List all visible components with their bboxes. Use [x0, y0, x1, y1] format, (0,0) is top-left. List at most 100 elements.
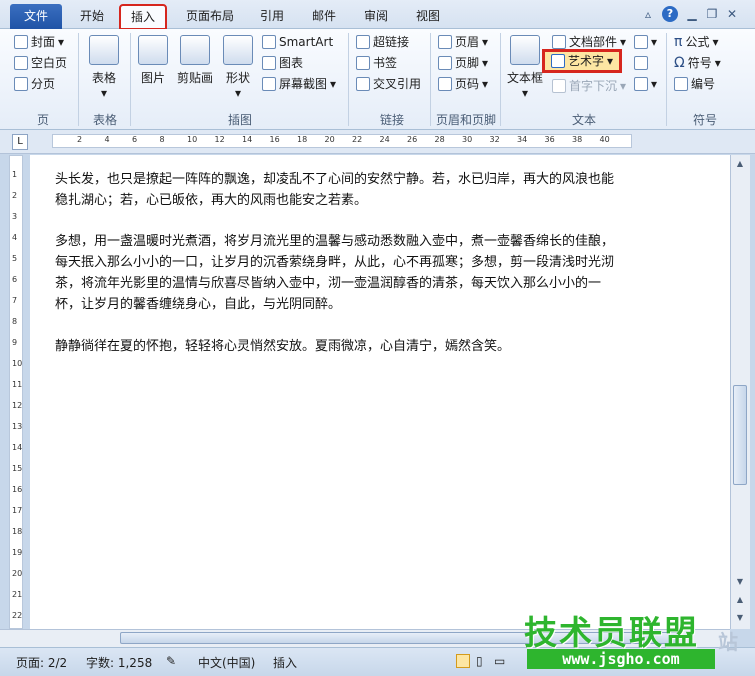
cross-reference-icon	[356, 77, 370, 91]
header-button[interactable]: 页眉 ▾	[438, 35, 488, 49]
dropdown-arrow-icon: ▾	[651, 77, 658, 91]
hyperlink-button[interactable]: 超链接	[356, 35, 409, 49]
cover-page-label: 封面	[31, 35, 56, 49]
restore-icon[interactable]: ❐	[704, 6, 720, 22]
group-separator	[500, 33, 501, 126]
quick-parts-label: 文档部件	[569, 35, 618, 49]
cross-reference-button[interactable]: 交叉引用	[356, 77, 421, 91]
smartart-button[interactable]: SmartArt	[262, 35, 333, 49]
cover-page-icon	[14, 35, 28, 49]
group-label-illustrations: 插图	[227, 113, 252, 127]
help-icon[interactable]: ?	[662, 6, 678, 22]
tab-file[interactable]: 文件	[10, 4, 62, 29]
dropdown-arrow-icon: ▾	[607, 54, 614, 68]
footer-icon	[438, 56, 452, 70]
signature-line-icon	[634, 35, 648, 49]
vruler-mark: 15	[12, 464, 23, 473]
print-layout-icon[interactable]	[456, 654, 470, 668]
quick-parts-button[interactable]: 文档部件 ▾	[552, 35, 626, 49]
object-icon	[634, 77, 648, 91]
tab-review[interactable]: 审阅	[356, 5, 396, 29]
vruler-mark: 12	[12, 401, 23, 410]
page-count[interactable]: 页面: 2/2	[16, 654, 67, 671]
page-break-button[interactable]: 分页	[14, 77, 55, 91]
word-count[interactable]: 字数: 1,258	[86, 654, 152, 671]
tab-home[interactable]: 开始	[72, 5, 112, 29]
numbering-label: 编号	[691, 77, 716, 91]
vruler-mark: 10	[12, 359, 23, 368]
ruler-mark: 38	[572, 135, 583, 144]
numbering-button[interactable]: 编号	[674, 77, 715, 91]
previous-page-icon[interactable]: ▲	[733, 593, 747, 607]
tab-insert[interactable]: 插入	[119, 4, 167, 30]
group-separator	[78, 33, 79, 126]
paragraph-1[interactable]: 头长发，也只是撩起一阵阵的飘逸，却凌乱不了心间的安然宁静。若，水已归岸，再大的风…	[55, 169, 615, 211]
dropdown-arrow-icon: ▾	[482, 35, 489, 49]
chart-button[interactable]: 图表	[262, 56, 303, 70]
equation-button[interactable]: π 公式 ▾	[674, 35, 718, 49]
cover-page-button[interactable]: 封面 ▾	[14, 35, 64, 49]
vertical-scroll-thumb[interactable]	[733, 385, 747, 485]
tab-references[interactable]: 引用	[252, 5, 292, 29]
ruler-mark: 2	[77, 135, 83, 144]
document-page[interactable]: 头长发，也只是撩起一阵阵的飘逸，却凌乱不了心间的安然宁静。若，水已归岸，再大的风…	[30, 155, 730, 629]
language-indicator[interactable]: 中文(中国)	[198, 654, 255, 671]
vruler-mark: 1	[12, 170, 18, 179]
dropdown-arrow-icon: ▾	[651, 35, 658, 49]
table-icon	[89, 35, 119, 65]
next-page-icon[interactable]: ▼	[733, 611, 747, 625]
proofing-icon[interactable]: ✎	[166, 654, 176, 668]
close-icon[interactable]: ✕	[724, 6, 740, 22]
vruler-mark: 20	[12, 569, 23, 578]
vruler-mark: 5	[12, 254, 18, 263]
vruler-mark: 18	[12, 527, 23, 536]
paragraph-2[interactable]: 多想，用一盏温暖时光煮酒，将岁月流光里的温馨与感动悉数融入壶中，煮一壶馨香绵长的…	[55, 231, 615, 315]
picture-button[interactable]: 图片	[136, 35, 170, 86]
shapes-button[interactable]: 形状 ▾	[220, 35, 256, 100]
drop-cap-button[interactable]: 首字下沉 ▾	[552, 79, 626, 93]
tab-view[interactable]: 视图	[408, 5, 448, 29]
symbol-button[interactable]: Ω 符号 ▾	[674, 56, 721, 70]
ruler-mark: 4	[104, 135, 110, 144]
ruler-mark: 26	[407, 135, 418, 144]
ribbon-tab-bar: 文件 开始 插入 页面布局 引用 邮件 审阅 视图 ▵ ? ▁ ❐ ✕	[0, 0, 755, 30]
web-layout-icon[interactable]: ▭	[494, 654, 505, 668]
picture-icon	[138, 35, 168, 65]
ruler-mark: 14	[242, 135, 253, 144]
vruler-mark: 22	[12, 611, 23, 620]
vruler-mark: 14	[12, 443, 23, 452]
screenshot-button[interactable]: 屏幕截图 ▾	[262, 77, 336, 91]
cross-reference-label: 交叉引用	[373, 77, 422, 91]
chart-icon	[262, 56, 276, 70]
tab-selector-icon[interactable]: L	[12, 134, 28, 150]
vertical-scrollbar[interactable]: ▲ ▼ ▲ ▼	[730, 155, 750, 629]
insert-mode-indicator[interactable]: 插入	[273, 654, 297, 671]
ribbon-collapse-icon[interactable]: ▵	[640, 6, 656, 22]
ruler-scale[interactable]: 2 4 6 8 10 12 14 16 18 20 22 24 26 28 30 32 34 36 38 40	[52, 134, 632, 148]
ruler-mark: 16	[269, 135, 280, 144]
page-number-icon	[438, 77, 452, 91]
scroll-up-icon[interactable]: ▲	[733, 157, 747, 171]
blank-page-button[interactable]: 空白页	[14, 56, 67, 70]
tab-page-layout[interactable]: 页面布局	[178, 5, 242, 29]
clipart-label: 剪贴画	[176, 71, 213, 85]
paragraph-3[interactable]: 静静徜徉在夏的怀抱，轻轻将心灵悄然安放。夏雨微凉，心自清宁，嫣然含笑。	[55, 336, 615, 357]
page-number-label: 页码	[455, 77, 480, 91]
bookmark-button[interactable]: 书签	[356, 56, 397, 70]
signature-line-button[interactable]: ▾	[634, 35, 657, 49]
table-button[interactable]: 表格 ▾	[86, 35, 122, 100]
footer-button[interactable]: 页脚 ▾	[438, 56, 488, 70]
vruler-mark: 2	[12, 191, 18, 200]
textbox-label: 文本框	[506, 71, 543, 85]
clipart-button[interactable]: 剪贴画	[174, 35, 216, 86]
full-screen-reading-icon[interactable]: ▯	[476, 654, 483, 668]
scroll-down-icon[interactable]: ▼	[733, 575, 747, 589]
page-number-button[interactable]: 页码 ▾	[438, 77, 488, 91]
object-button[interactable]: ▾	[634, 77, 657, 91]
textbox-button[interactable]: 文本框 ▾	[504, 35, 546, 100]
page-break-label: 分页	[31, 77, 56, 91]
minimize-icon[interactable]: ▁	[684, 6, 700, 22]
tab-mailings[interactable]: 邮件	[304, 5, 344, 29]
date-time-button[interactable]	[634, 56, 648, 70]
wordart-button[interactable]: 艺术字 ▾	[541, 49, 623, 73]
